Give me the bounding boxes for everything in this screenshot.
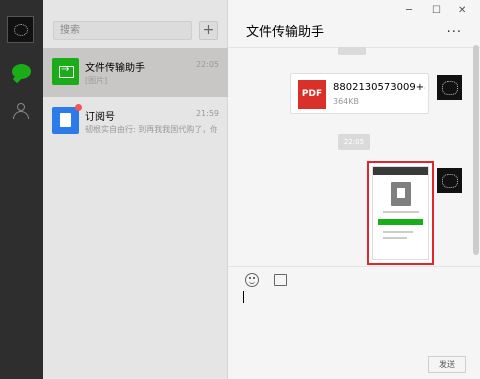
minimize-button[interactable]: ─ bbox=[406, 5, 412, 16]
left-nav-rail bbox=[0, 0, 43, 379]
conversation-preview: [图片] bbox=[85, 76, 108, 85]
time-separator: 22:05 bbox=[338, 134, 370, 150]
sender-avatar[interactable] bbox=[437, 75, 462, 100]
contacts-icon[interactable] bbox=[12, 103, 31, 119]
subscription-icon bbox=[52, 104, 82, 134]
conversation-list: 搜索 + 文件传输助手 22:05 [图片] 订阅号 21:59 韧根实自由行:… bbox=[43, 0, 228, 379]
chat-panel: ─ ☐ ✕ 文件传输助手 ... PDF 8802130573009+8... … bbox=[228, 0, 480, 379]
screenshot-thumbnail bbox=[372, 166, 429, 260]
image-message[interactable] bbox=[367, 161, 434, 265]
file-size: 364KB bbox=[333, 97, 360, 106]
scrollbar-thumb[interactable] bbox=[473, 45, 479, 255]
search-input[interactable]: 搜索 bbox=[53, 21, 192, 40]
chat-title: 文件传输助手 bbox=[246, 25, 325, 40]
conversation-time: 22:05 bbox=[195, 60, 219, 69]
add-chat-button[interactable]: + bbox=[199, 21, 218, 40]
text-cursor bbox=[243, 291, 244, 303]
conversation-title: 订阅号 bbox=[85, 112, 115, 123]
time-separator bbox=[338, 47, 366, 55]
maximize-button[interactable]: ☐ bbox=[432, 5, 441, 16]
conversation-item-file-transfer[interactable]: 文件传输助手 22:05 [图片] bbox=[43, 48, 228, 97]
emoji-icon[interactable] bbox=[245, 273, 259, 287]
document-icon bbox=[391, 182, 411, 206]
chat-bubble-icon[interactable] bbox=[12, 64, 31, 79]
close-button[interactable]: ✕ bbox=[458, 5, 466, 16]
conversation-item-subscriptions[interactable]: 订阅号 21:59 韧根实自由行: 到再我我国代购了，你们着... bbox=[43, 97, 228, 146]
sender-avatar[interactable] bbox=[437, 168, 462, 193]
file-message[interactable]: PDF 8802130573009+8... 364KB bbox=[290, 73, 429, 114]
unread-dot-icon bbox=[75, 104, 82, 111]
folder-icon[interactable] bbox=[274, 274, 287, 286]
conversation-title: 文件传输助手 bbox=[85, 63, 145, 74]
input-divider bbox=[228, 266, 480, 267]
conversation-time: 21:59 bbox=[195, 109, 219, 118]
file-transfer-icon bbox=[52, 58, 79, 85]
file-name: 8802130573009+8... bbox=[333, 82, 425, 93]
conversation-preview: 韧根实自由行: 到再我我国代购了，你们着... bbox=[85, 125, 217, 134]
send-button[interactable]: 发送 bbox=[428, 356, 466, 373]
scrollbar[interactable] bbox=[472, 0, 480, 379]
user-avatar-icon[interactable] bbox=[7, 16, 34, 43]
more-options-button[interactable]: ... bbox=[447, 21, 462, 36]
pdf-file-icon: PDF bbox=[298, 80, 326, 109]
